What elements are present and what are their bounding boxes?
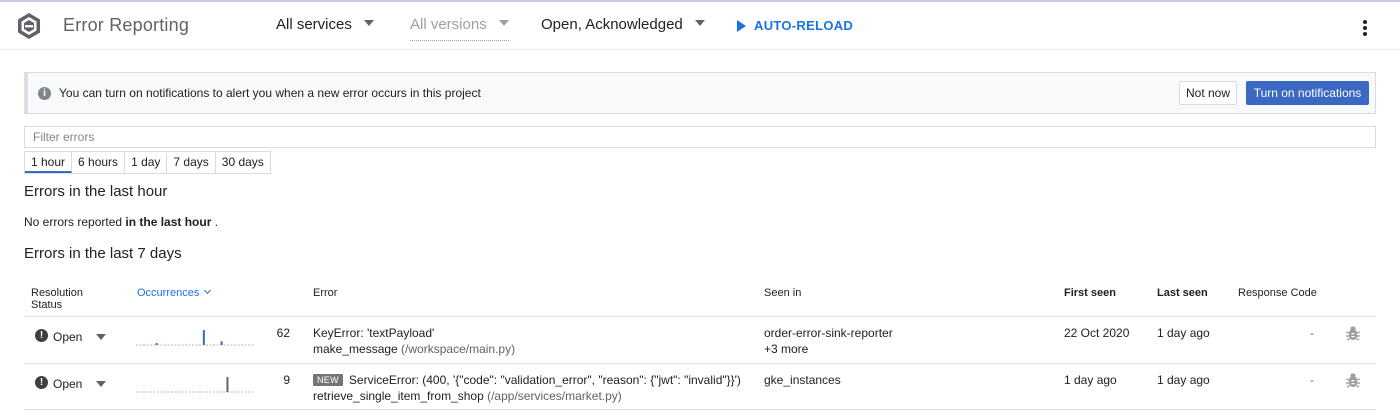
occurrences-sparkline <box>136 377 254 393</box>
no-errors-suffix: . <box>211 215 219 229</box>
play-icon <box>737 19 746 32</box>
dropdown-underline <box>410 40 509 41</box>
error-function: make_message <box>313 342 398 356</box>
error-reporting-logo[interactable] <box>15 12 43 40</box>
status-label: Open <box>53 377 83 391</box>
alert-icon: ! <box>35 329 48 342</box>
first-seen-value: 1 day ago <box>1064 373 1117 387</box>
top-bar: Error Reporting All services All version… <box>0 0 1400 50</box>
banner-message: You can turn on notifications to alert y… <box>59 86 481 100</box>
column-resolution-line-1: Resolution <box>31 287 83 299</box>
column-occurrences[interactable]: Occurrences <box>137 286 212 299</box>
column-response-code: Response Code <box>1238 287 1317 299</box>
time-range-selector: 1 hour 6 hours 1 day 7 days 30 days <box>24 151 271 174</box>
notification-banner: i You can turn on notifications to alert… <box>24 72 1376 114</box>
column-last-seen[interactable]: Last seen <box>1157 287 1208 299</box>
turn-on-notifications-button[interactable]: Turn on notifications <box>1246 81 1369 105</box>
sparkline-bar <box>220 341 223 345</box>
services-dropdown[interactable]: All services <box>276 16 374 33</box>
info-icon: i <box>38 87 51 100</box>
last-seen-value: 1 day ago <box>1157 326 1210 340</box>
versions-dropdown-label: All versions <box>410 16 487 33</box>
table-row[interactable]: ! Open 9 NEW ServiceError: (400, '{"code"… <box>0 364 1400 410</box>
status-dropdown-chevron-icon[interactable] <box>96 381 106 387</box>
table-row[interactable]: ! Open 62 KeyError: 'textPayload' make_m… <box>0 317 1400 363</box>
column-occurrences-label: Occurrences <box>137 287 200 299</box>
states-dropdown-label: Open, Acknowledged <box>541 16 683 33</box>
states-dropdown[interactable]: Open, Acknowledged <box>541 16 705 33</box>
services-dropdown-label: All services <box>276 16 352 33</box>
status-label: Open <box>53 330 83 344</box>
error-title-link[interactable]: NEW ServiceError: (400, '{"code": "valida… <box>313 373 741 387</box>
app-title: Error Reporting <box>63 15 190 35</box>
status-dropdown-chevron-icon[interactable] <box>96 334 106 340</box>
last-hour-heading: Errors in the last hour <box>24 183 168 200</box>
response-code-value: - <box>1310 326 1314 340</box>
error-title-text: ServiceError: (400, '{"code": "validatio… <box>348 373 741 387</box>
column-resolution-status[interactable]: Resolution Status <box>31 287 83 311</box>
not-now-button[interactable]: Not now <box>1179 81 1237 105</box>
error-path: (/workspace/main.py) <box>397 342 516 356</box>
bug-icon[interactable] <box>1344 324 1362 342</box>
auto-reload-label: AUTO-RELOAD <box>754 18 854 33</box>
error-title-link[interactable]: KeyError: 'textPayload' <box>313 326 434 340</box>
column-error: Error <box>313 287 338 299</box>
sparkline-bar <box>155 343 158 345</box>
time-range-6-hours[interactable]: 6 hours <box>72 152 126 173</box>
auto-reload-button[interactable]: AUTO-RELOAD <box>737 18 853 33</box>
chevron-down-icon <box>363 20 374 27</box>
seen-in-service: order-error-sink-reporter <box>764 326 893 340</box>
table-divider <box>24 409 1376 410</box>
versions-dropdown[interactable]: All versions <box>410 16 509 41</box>
occurrence-count: 62 <box>276 326 290 340</box>
sort-down-icon <box>204 286 212 295</box>
error-function: retrieve_single_item_from_shop <box>313 389 484 403</box>
new-badge: NEW <box>313 374 343 386</box>
first-seen-value: 22 Oct 2020 <box>1064 326 1130 340</box>
time-range-1-hour[interactable]: 1 hour <box>25 152 73 173</box>
chevron-down-icon <box>694 20 705 27</box>
time-range-7-days[interactable]: 7 days <box>167 152 216 173</box>
column-resolution-line-2: Status <box>31 299 63 311</box>
column-first-seen[interactable]: First seen <box>1064 287 1116 299</box>
sparkline-bar <box>202 330 205 345</box>
last-7-days-heading: Errors in the last 7 days <box>24 245 182 262</box>
error-location: make_message (/workspace/main.py) <box>313 342 515 356</box>
column-seen-in: Seen in <box>764 287 802 299</box>
response-code-value: - <box>1310 373 1314 387</box>
seen-in-service: gke_instances <box>764 373 841 387</box>
time-range-30-days[interactable]: 30 days <box>215 152 270 173</box>
occurrence-count: 9 <box>283 373 290 387</box>
no-errors-message: No errors reported in the last hour . <box>24 215 218 229</box>
sparkline-bar <box>226 377 229 392</box>
last-seen-value: 1 day ago <box>1157 373 1210 387</box>
filter-errors-input[interactable] <box>24 126 1376 148</box>
alert-icon: ! <box>35 376 48 389</box>
error-path: (/app/services/market.py) <box>483 389 622 403</box>
error-location: retrieve_single_item_from_shop (/app/ser… <box>313 389 622 403</box>
occurrences-sparkline <box>136 330 254 346</box>
seen-in-more-link[interactable]: +3 more <box>764 342 808 356</box>
more-vert-icon[interactable] <box>1362 20 1368 36</box>
time-range-1-day[interactable]: 1 day <box>125 152 168 173</box>
bug-icon[interactable] <box>1344 371 1362 389</box>
no-errors-prefix: No errors reported <box>24 215 126 229</box>
no-errors-bold: in the last hour <box>125 215 212 229</box>
chevron-down-icon <box>498 20 509 27</box>
